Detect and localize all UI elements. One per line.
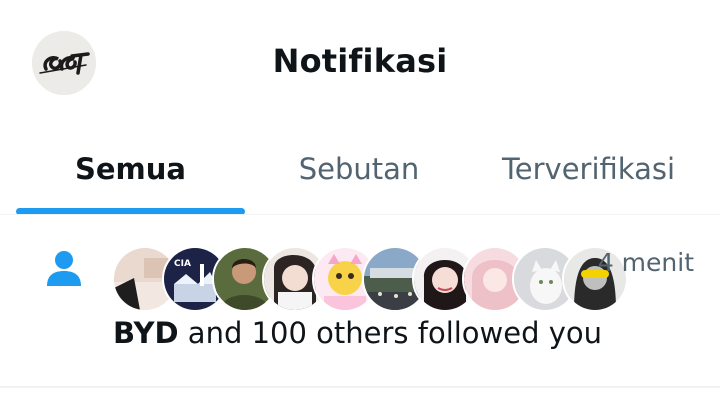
tab-terverifikasi[interactable]: Terverifikasi (473, 125, 704, 213)
actor-name[interactable]: BYD (113, 316, 179, 350)
notification-tabs: Semua Sebutan Terverifikasi (0, 125, 720, 215)
notification-time: 4 menit (597, 248, 694, 277)
follow-notification[interactable]: CIA 4 menit BYD and 100 others followed … (0, 215, 720, 387)
svg-text:CIA: CIA (174, 259, 191, 269)
tab-semua[interactable]: Semua (16, 125, 245, 213)
tab-sebutan[interactable]: Sebutan (245, 125, 473, 213)
notification-text: BYD and 100 others followed you (113, 316, 602, 350)
notification-message: and 100 others followed you (178, 316, 603, 350)
person-icon (47, 251, 81, 286)
top-header: Notifikasi (0, 0, 720, 125)
list-divider (0, 386, 720, 388)
page-title: Notifikasi (272, 42, 448, 80)
